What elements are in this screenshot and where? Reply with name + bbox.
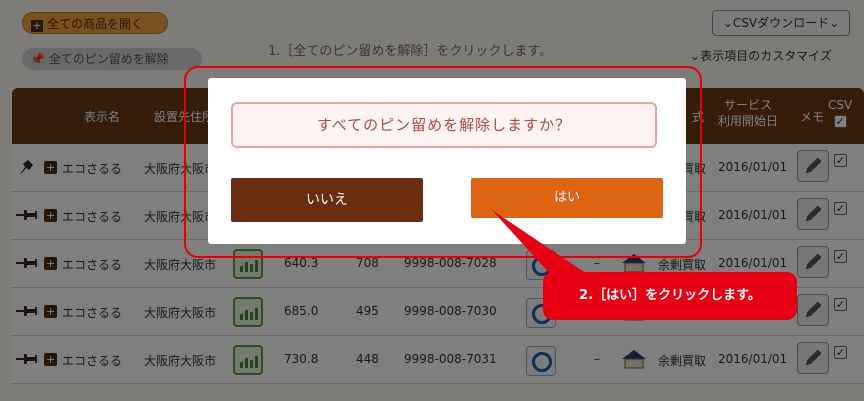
dialog-message: すべてのピン留めを解除しますか？ (231, 102, 657, 148)
unpin-confirm-dialog: すべてのピン留めを解除しますか？ いいえ はい (208, 78, 686, 244)
yes-button[interactable]: はい (471, 178, 663, 218)
step2-callout: 2.［はい］をクリックします。 (543, 272, 797, 320)
no-button[interactable]: いいえ (231, 178, 423, 222)
